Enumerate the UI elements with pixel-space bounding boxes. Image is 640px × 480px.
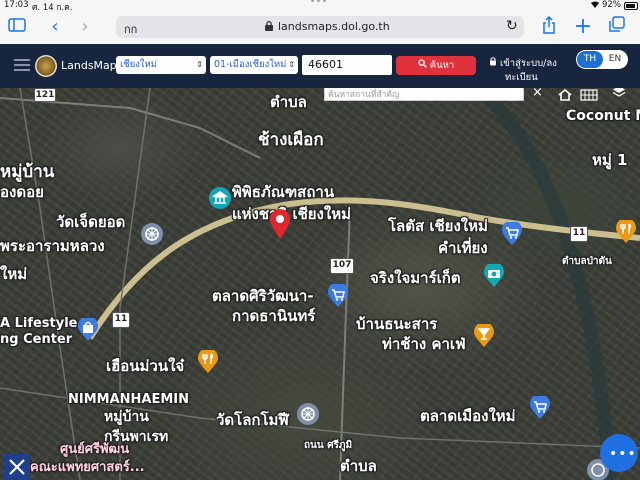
map-label: ตำบล (270, 93, 307, 111)
lang-th-button[interactable]: TH (577, 51, 603, 68)
satellite-map[interactable]: ค้นหาสถานที่สำคัญ × 121 107 11 11 ตำบล ช… (0, 88, 640, 480)
cafe-marker-icon[interactable] (472, 322, 496, 348)
road-shield-11: 11 (570, 226, 588, 242)
map-label: ช้างเผือก (258, 130, 324, 150)
map-label: องดอย (0, 183, 44, 201)
tabs-icon[interactable] (606, 16, 628, 38)
more-dots-icon: ••• (609, 446, 637, 462)
url-text: landsmaps.dol.go.th (278, 20, 390, 33)
province-select[interactable]: เชียงใหม่ ⇕ (116, 56, 206, 74)
shopping-cart-marker-icon[interactable] (500, 220, 524, 246)
battery-percent: 92% (602, 0, 621, 10)
parcel-number-input[interactable]: 46601 (302, 55, 392, 75)
map-label: จริงใจมาร์เก็ต (370, 269, 461, 287)
map-label: ตลาดเมืองใหม่ (420, 407, 516, 425)
share-icon[interactable] (538, 15, 560, 38)
lock-icon (264, 19, 274, 35)
shopping-bag-marker-icon[interactable] (76, 316, 100, 342)
road-shield-121: 121 (34, 88, 56, 102)
map-label: ตำบลป่าตัน (562, 256, 612, 267)
wifi-icon (590, 0, 600, 12)
search-icon (418, 59, 430, 71)
district-select[interactable]: 01-เมืองเชียงใหม่ ⇕ (210, 56, 298, 74)
road-shield-107: 107 (330, 258, 354, 274)
map-label: ใหม่ (0, 265, 28, 283)
province-value: เชียงใหม่ (120, 59, 158, 70)
temple-marker-icon[interactable] (140, 222, 164, 246)
map-label: โลตัส เชียงใหม่ (388, 217, 488, 235)
minor-road (19, 88, 81, 480)
tools-icon (9, 459, 25, 475)
chevron-updown-icon: ⇕ (288, 60, 295, 69)
address-bar[interactable]: กก landsmaps.dol.go.th ↻ (116, 16, 524, 38)
forward-icon[interactable]: › (74, 16, 96, 38)
login-link[interactable]: เข้าสู่ระบบ/ลง ทะเบียน (489, 56, 557, 85)
food-marker-icon[interactable] (614, 218, 638, 244)
minor-road (0, 97, 261, 159)
map-label: ตำบล (340, 457, 377, 475)
brand-name[interactable]: LandsMaps (61, 59, 123, 72)
place-search-input[interactable]: ค้นหาสถานที่สำคัญ (324, 88, 524, 101)
map-label: ng Center (0, 332, 73, 347)
home-icon[interactable] (558, 88, 572, 105)
chevron-updown-icon: ⇕ (196, 60, 203, 69)
map-label: เฮือนม่วนใจ๋ (106, 357, 185, 375)
map-label: NIMMANHAEMIN (68, 392, 190, 407)
sidebar-icon[interactable] (6, 16, 28, 38)
hamburger-menu-icon[interactable] (14, 59, 30, 71)
battery-icon (624, 2, 638, 10)
lang-en-button[interactable]: EN (603, 51, 627, 68)
map-label: Coconut M (566, 108, 640, 124)
parcel-location-pin-icon[interactable] (268, 208, 292, 240)
reload-icon[interactable]: ↻ (506, 18, 518, 34)
status-bar: 17:03 ศ. 14 ก.ค. ••• 92% (0, 0, 640, 13)
tools-button[interactable] (4, 454, 30, 480)
map-label: ท่าช้าง คาเฟ่ (382, 335, 466, 353)
map-label: ถนน ศรีภูมิ (304, 440, 353, 451)
browser-toolbar: ‹ › กก landsmaps.dol.go.th ↻ + (0, 12, 640, 45)
search-button[interactable]: ค้นหา (396, 56, 476, 75)
login-line-1: เข้าสู่ระบบ/ลง (500, 58, 557, 69)
map-label: คณะแพทยศาสตร์... (30, 460, 145, 475)
map-label: กาดธานินทร์ (232, 307, 316, 325)
multitask-dots-icon[interactable]: ••• (310, 0, 328, 7)
grid-icon[interactable] (580, 88, 598, 105)
food-marker-icon[interactable] (196, 348, 220, 374)
map-label: คำเที่ยง (438, 239, 488, 257)
map-label: หมู่ 1 (592, 151, 628, 169)
district-value: 01-เมืองเชียงใหม่ (214, 59, 287, 70)
temple-marker-icon[interactable] (296, 402, 320, 426)
reader-mode-icon[interactable]: กก (124, 20, 137, 38)
map-label: พระอารามหลวง (0, 237, 105, 255)
shopping-cart-marker-icon[interactable] (326, 282, 350, 308)
road-shield-11: 11 (112, 312, 130, 328)
login-line-2: ทะเบียน (505, 72, 538, 83)
close-icon[interactable]: × (532, 88, 543, 100)
user-lock-icon (489, 57, 500, 69)
new-tab-icon[interactable]: + (572, 16, 594, 38)
map-label: หมู่บ้าน (104, 409, 149, 425)
layers-icon[interactable] (612, 88, 626, 103)
map-label: วัดเจ็ดยอด (56, 213, 126, 231)
back-icon[interactable]: ‹ (44, 16, 66, 38)
map-label: A Lifestyle (0, 316, 78, 331)
shopping-cart-marker-icon[interactable] (528, 394, 552, 420)
dol-logo[interactable] (35, 55, 57, 77)
map-label: วัดโลกโมฬี (216, 411, 289, 429)
search-button-label: ค้นหา (429, 60, 455, 71)
camera-marker-icon[interactable] (482, 262, 506, 288)
more-menu-button[interactable]: ••• (600, 434, 638, 472)
museum-marker-icon[interactable] (208, 186, 232, 210)
map-label: พิพิธภัณฑสถาน (232, 183, 335, 201)
status-time: 17:03 (4, 0, 29, 10)
language-toggle[interactable]: TH EN (576, 50, 628, 69)
